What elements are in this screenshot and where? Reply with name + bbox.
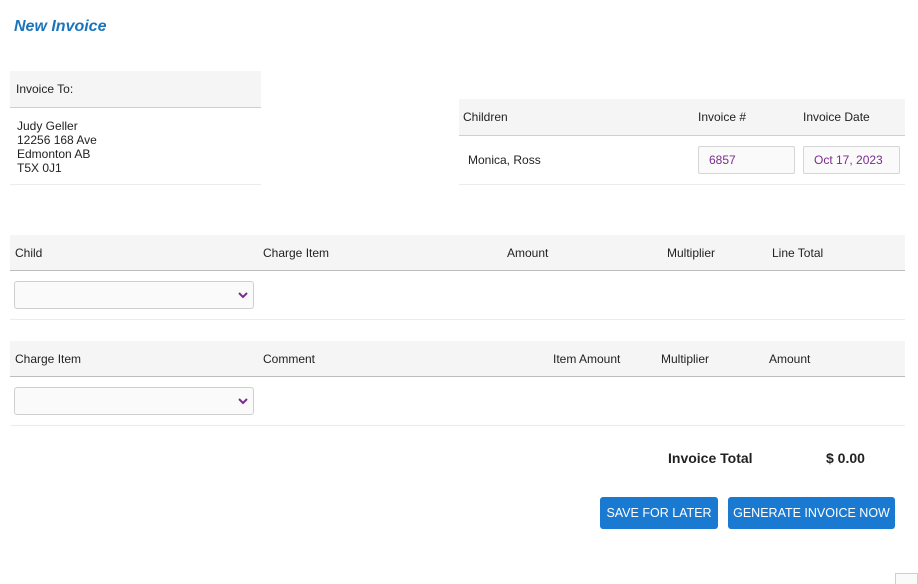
col-line-total: Line Total — [772, 246, 824, 260]
col-item-amount: Item Amount — [553, 352, 621, 366]
invoice-meta-table: Children Invoice # Invoice Date Monica, … — [459, 99, 905, 185]
col-multiplier: Multiplier — [661, 352, 710, 366]
invoice-number-header: Invoice # — [698, 110, 747, 124]
generate-invoice-button[interactable]: GENERATE INVOICE NOW — [728, 497, 895, 529]
invoice-number-field[interactable]: 6857 — [698, 146, 795, 174]
invoice-to-label: Invoice To: — [10, 71, 261, 108]
chevron-down-icon — [238, 398, 248, 405]
col-child: Child — [15, 246, 43, 260]
chevron-down-icon — [238, 292, 248, 299]
table-row — [10, 271, 905, 320]
col-multiplier: Multiplier — [667, 246, 716, 260]
invoice-total-value: $ 0.00 — [826, 450, 865, 466]
address-city: Edmonton AB — [17, 147, 91, 161]
invoice-total-label: Invoice Total — [668, 450, 753, 466]
invoice-date-field[interactable]: Oct 17, 2023 — [803, 146, 900, 174]
child-charges-table: Child Charge Item Amount Multiplier Line… — [10, 235, 905, 320]
invoice-meta-row: Monica, Ross 6857 Oct 17, 2023 — [459, 136, 905, 185]
col-amount: Amount — [769, 352, 811, 366]
children-value: Monica, Ross — [468, 153, 541, 167]
col-comment: Comment — [263, 352, 316, 366]
table-row — [10, 377, 905, 426]
col-charge-item: Charge Item — [263, 246, 330, 260]
address-postal: T5X 0J1 — [17, 161, 62, 175]
children-header: Children — [463, 110, 508, 124]
invoice-meta-header: Children Invoice # Invoice Date — [459, 99, 905, 136]
address-name: Judy Geller — [17, 119, 78, 133]
extra-charges-header: Charge Item Comment Item Amount Multipli… — [10, 341, 905, 377]
invoice-to-panel: Invoice To: Judy Geller 12256 168 Ave Ed… — [10, 71, 261, 185]
col-charge-item: Charge Item — [15, 352, 82, 366]
col-amount: Amount — [507, 246, 549, 260]
invoice-date-header: Invoice Date — [803, 110, 870, 124]
charge-item-select[interactable] — [14, 387, 254, 415]
invoice-to-address: Judy Geller 12256 168 Ave Edmonton AB T5… — [10, 108, 261, 185]
page-title: New Invoice — [14, 18, 107, 35]
address-street: 12256 168 Ave — [17, 133, 97, 147]
save-for-later-button[interactable]: SAVE FOR LATER — [600, 497, 718, 529]
child-select[interactable] — [14, 281, 254, 309]
extra-charges-table: Charge Item Comment Item Amount Multipli… — [10, 341, 905, 426]
scroll-corner-icon[interactable] — [895, 573, 918, 584]
child-charges-header: Child Charge Item Amount Multiplier Line… — [10, 235, 905, 271]
